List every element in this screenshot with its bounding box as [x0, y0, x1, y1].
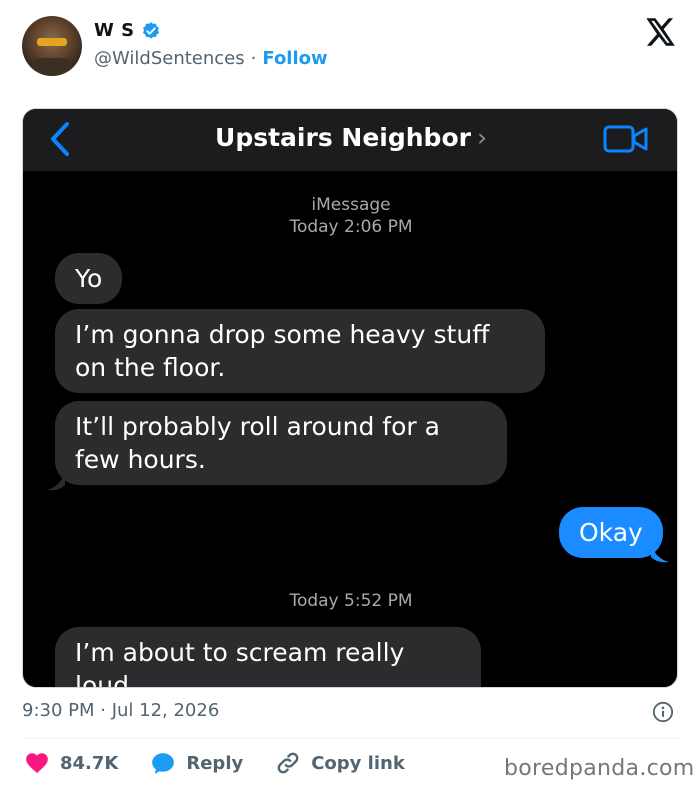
handle-row: @WildSentences · Follow: [94, 48, 328, 69]
avatar[interactable]: [22, 16, 82, 76]
avatar-sunglasses: [37, 38, 67, 46]
copy-link-button[interactable]: Copy link: [275, 750, 405, 776]
like-button[interactable]: 84.7K: [24, 750, 118, 776]
message-bubble-incoming[interactable]: It’ll probably roll around for a few hou…: [55, 401, 507, 485]
imessage-nav-bar: Upstairs Neighbor ›: [23, 109, 677, 171]
first-timestamp: Today 2:06 PM: [289, 217, 413, 237]
message-bubble-incoming[interactable]: I’m gonna drop some heavy stuff on the f…: [55, 309, 545, 393]
action-bar: 84.7K Reply Copy link: [24, 750, 437, 776]
bubble-tail: [651, 545, 669, 563]
second-timestamp: Today 5:52 PM: [289, 591, 413, 611]
separator-dot: ·: [250, 48, 257, 69]
follow-button[interactable]: Follow: [262, 48, 327, 69]
divider: [22, 738, 678, 739]
handle[interactable]: @WildSentences: [94, 48, 245, 69]
message-bubble-outgoing[interactable]: Okay: [559, 507, 663, 558]
contact-name-text: Upstairs Neighbor: [215, 123, 471, 152]
contact-name[interactable]: Upstairs Neighbor ›: [23, 123, 677, 152]
message-bubble-incoming[interactable]: Yo: [55, 253, 123, 304]
x-logo-icon[interactable]: [646, 18, 676, 46]
info-icon[interactable]: [652, 701, 674, 723]
service-label: iMessage: [311, 195, 391, 215]
copy-link-label: Copy link: [311, 752, 405, 774]
embedded-screenshot[interactable]: Upstairs Neighbor › iMessage Today 2:06 P…: [22, 108, 678, 688]
tweet-timestamp[interactable]: 9:30 PM · Jul 12, 2026: [22, 700, 219, 721]
link-icon: [277, 752, 299, 774]
contact-chevron: ›: [476, 123, 487, 152]
reply-bubble-icon: [152, 753, 175, 774]
heart-icon: [26, 753, 48, 774]
source-watermark: boredpanda.com: [504, 756, 695, 781]
like-count: 84.7K: [60, 752, 119, 774]
message-bubble-incoming[interactable]: I’m about to scream really loud: [55, 627, 481, 687]
avatar-shirt: [30, 58, 74, 76]
tweet-header: W S @WildSentences · Follow: [0, 0, 700, 100]
reply-label: Reply: [186, 752, 244, 774]
video-camera-icon[interactable]: [603, 123, 649, 155]
bubble-tail: [47, 473, 65, 491]
reply-button[interactable]: Reply: [150, 750, 243, 776]
display-name[interactable]: W S: [94, 20, 135, 41]
verified-badge-icon: [142, 21, 159, 39]
name-row: W S: [94, 20, 161, 41]
